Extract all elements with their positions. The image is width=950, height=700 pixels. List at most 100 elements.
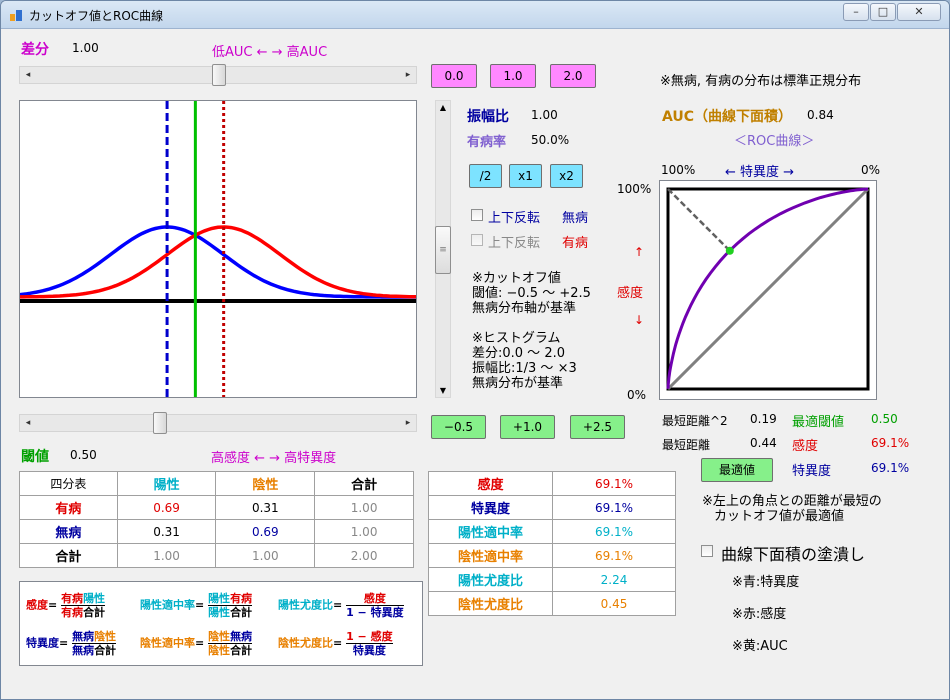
series-disease-curve	[20, 225, 417, 299]
table-header: 陰性	[215, 471, 316, 496]
auc-value: 0.84	[807, 108, 834, 122]
diff-1-button[interactable]: 1.0	[490, 64, 536, 88]
formula-term: 陽性尤度比	[278, 598, 333, 612]
table-cell: 1.00	[116, 543, 217, 568]
diff-slider-thumb[interactable]	[212, 64, 226, 86]
amp-value: 1.00	[531, 108, 558, 122]
note-line: ※ヒストグラム	[472, 331, 561, 346]
amp-x1-button[interactable]: x1	[509, 164, 542, 188]
formula-eq: =	[59, 636, 69, 650]
metric-label: 陰性尤度比	[428, 591, 553, 616]
note-line: 無病分布が基準	[472, 376, 564, 391]
flip-healthy-target: 無病	[562, 211, 589, 226]
maximize-button[interactable]: □	[870, 3, 896, 21]
amp-x2-button[interactable]: x2	[550, 164, 583, 188]
table-cell: 1.00	[215, 543, 316, 568]
diff-0-button[interactable]: 0.0	[431, 64, 477, 88]
note-spacer	[472, 316, 591, 331]
formula-fraction: 無病陰性 無病合計	[72, 630, 117, 657]
table-cell: 0.31	[215, 495, 316, 520]
amp-scrollbar[interactable]: ▲ ≡ ▼	[435, 100, 451, 398]
formula-term: 1 − 特異度	[346, 606, 404, 619]
spec-formula: 特異度= 無病陰性 無病合計	[26, 630, 117, 657]
metric-value: 69.1%	[552, 543, 676, 568]
formula-eq: =	[48, 598, 58, 612]
fill-auc-checkbox[interactable]	[701, 545, 713, 557]
legend-red-note: ※赤:感度	[732, 607, 787, 622]
flip-disease-checkbox[interactable]	[471, 234, 483, 246]
formula-term: 1 − 感度	[346, 630, 393, 644]
thr-plus25-button[interactable]: +2.5	[570, 415, 625, 439]
amp-scroll-thumb[interactable]: ≡	[435, 226, 451, 274]
table-cell: 0.69	[215, 519, 316, 544]
table-row: 無病 0.31 0.69 1.00	[19, 519, 414, 544]
thr-plus10-button[interactable]: +1.0	[500, 415, 555, 439]
table-cell: 0.31	[116, 519, 217, 544]
threshold-slider[interactable]: ◂ ▸	[19, 412, 417, 434]
roc-title: ＜ROC曲線＞	[734, 134, 815, 149]
app-icon	[10, 10, 22, 21]
scroll-right-icon[interactable]: ▸	[400, 415, 416, 431]
metric-row: 陰性尤度比 0.45	[428, 591, 676, 616]
sens-stat-label: 感度	[792, 439, 819, 454]
metric-label: 陽性尤度比	[428, 567, 553, 592]
optimal-note: ※左上の角点との距離が最短の カットオフ値が最適値	[702, 494, 882, 524]
metric-value: 0.45	[552, 591, 676, 616]
table-header: 合計	[314, 471, 414, 496]
table-cell: 無病	[19, 519, 118, 544]
formula-eq: =	[333, 636, 343, 650]
thr-minus05-button[interactable]: −0.5	[431, 415, 486, 439]
note-line: ※左上の角点との距離が最短の	[702, 494, 882, 509]
fill-auc-label: 曲線下面積の塗潰し	[721, 545, 866, 564]
best-thr-label: 最適閾値	[792, 415, 845, 430]
amp-half-button[interactable]: /2	[469, 164, 502, 188]
min-dist2-label: 最短距離^2	[662, 414, 728, 428]
scroll-up-icon[interactable]: ▲	[436, 103, 450, 112]
flip-healthy-label: 上下反転	[488, 211, 541, 226]
scroll-left-icon[interactable]: ◂	[20, 67, 36, 83]
metric-row: 感度 69.1%	[428, 471, 676, 496]
table-cell: 2.00	[314, 543, 414, 568]
metric-row: 陽性尤度比 2.24	[428, 567, 676, 592]
diff-slider[interactable]: ◂ ▸	[19, 64, 417, 86]
spec-stat-label: 特異度	[792, 464, 832, 479]
metric-value: 2.24	[552, 567, 676, 592]
legend-blue-note: ※青:特異度	[732, 575, 800, 590]
formula-term: 陰性適中率	[140, 636, 195, 650]
threshold-slider-thumb[interactable]	[153, 412, 168, 434]
min-dist-label: 最短距離	[662, 438, 711, 452]
npv-formula: 陰性適中率= 陰性無病 陰性合計	[140, 630, 253, 657]
formula-term: 無病	[230, 630, 253, 643]
formula-fraction: 1 − 感度 特異度	[346, 630, 393, 657]
threshold-range-label: 高感度 ← → 高特異度	[211, 451, 337, 466]
metric-value: 69.1%	[552, 519, 676, 544]
threshold-label: 閾値	[21, 449, 49, 465]
formula-term: 陰性尤度比	[278, 636, 333, 650]
close-button[interactable]: ✕	[897, 3, 941, 21]
scroll-left-icon[interactable]: ◂	[20, 415, 36, 431]
spec-stat-value: 69.1%	[871, 461, 910, 475]
flip-healthy-checkbox[interactable]	[471, 209, 483, 221]
diff-label: 差分	[21, 42, 49, 58]
formula-term: 合計	[230, 606, 253, 619]
formula-eq: =	[195, 598, 205, 612]
metric-label: 特異度	[428, 495, 553, 520]
table-cell: 0.69	[116, 495, 217, 520]
nlr-formula: 陰性尤度比= 1 − 感度 特異度	[278, 630, 393, 657]
diff-2-button[interactable]: 2.0	[550, 64, 596, 88]
formula-box: 感度= 有病陽性 有病合計 陽性適中率= 陽性有病 陽性合計 陽性尤度比= 感度 1 …	[19, 581, 423, 666]
cutoff-notes: ※カットオフ値 閾値: −0.5 〜 +2.5 無病分布軸が基準 ※ヒストグラム…	[472, 271, 591, 391]
scroll-right-icon[interactable]: ▸	[400, 67, 416, 83]
prevalence-value: 50.0%	[531, 133, 570, 147]
series-healthy-curve	[19, 225, 416, 299]
scroll-down-icon[interactable]: ▼	[436, 386, 450, 395]
note-line: 無病分布軸が基準	[472, 301, 577, 316]
table-header-row: 四分表 陽性 陰性 合計	[19, 471, 414, 496]
diff-range-label: 低AUC ← → 高AUC	[212, 45, 328, 60]
metric-label: 陰性適中率	[428, 543, 553, 568]
formula-term: 有病	[61, 592, 84, 605]
optimal-button[interactable]: 最適値	[701, 458, 773, 482]
spec-0-label: 0%	[861, 163, 881, 177]
minimize-button[interactable]: –	[843, 3, 869, 21]
table-row: 合計 1.00 1.00 2.00	[19, 543, 414, 568]
